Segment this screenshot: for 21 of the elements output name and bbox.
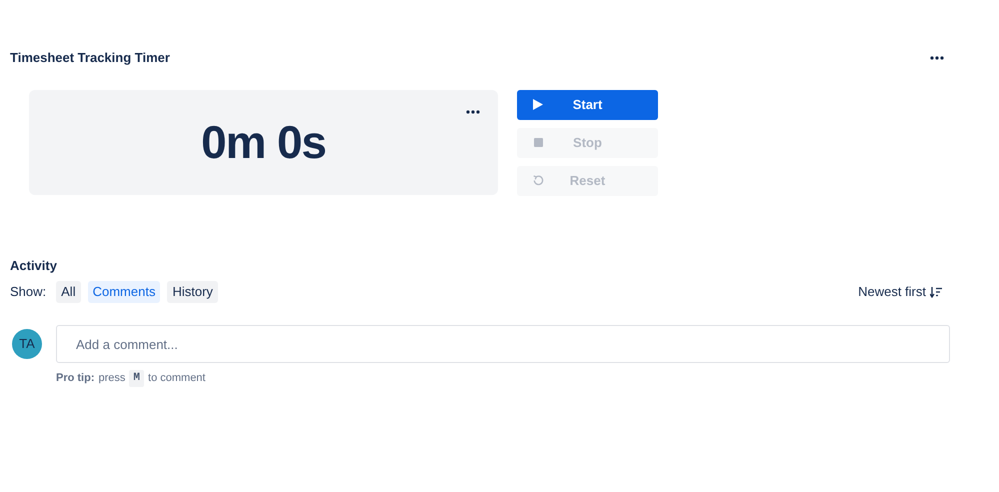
reset-icon bbox=[532, 175, 544, 186]
more-icon[interactable] bbox=[930, 56, 944, 60]
sort-button[interactable]: Newest first bbox=[858, 282, 942, 302]
more-icon[interactable] bbox=[466, 110, 480, 114]
tip-label: Pro tip: bbox=[56, 371, 94, 386]
sort-icon bbox=[930, 286, 942, 298]
filter-tab[interactable]: Comments bbox=[88, 281, 160, 303]
filter-tab[interactable]: History bbox=[167, 281, 218, 303]
panel-title: Timesheet Tracking Timer bbox=[10, 49, 170, 67]
tip-text: to comment bbox=[148, 371, 206, 386]
tip-text: press bbox=[98, 371, 126, 386]
stop-icon bbox=[534, 138, 542, 147]
start-button[interactable]: Start bbox=[517, 90, 658, 120]
shortcut-key: M bbox=[129, 370, 144, 386]
avatar: TA bbox=[12, 329, 42, 359]
filter-tab[interactable]: All bbox=[56, 281, 81, 303]
activity-title: Activity bbox=[10, 256, 58, 275]
timer-display: 0m 0s bbox=[201, 114, 326, 170]
show-label: Show: bbox=[10, 283, 46, 302]
play-icon bbox=[533, 99, 543, 110]
comment-field[interactable]: Add a comment... bbox=[56, 325, 950, 363]
